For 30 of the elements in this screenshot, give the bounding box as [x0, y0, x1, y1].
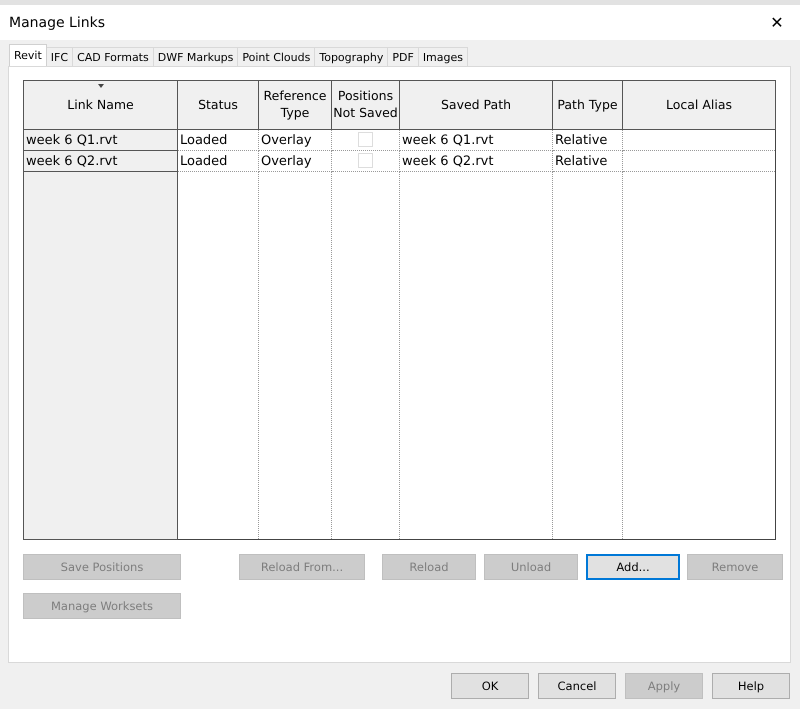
button[interactable]: Cancel — [538, 673, 616, 699]
table-cell: Relative — [552, 130, 622, 150]
button[interactable]: OK — [451, 673, 529, 699]
table-cell: week 6 Q2.rvt — [400, 150, 552, 172]
table-cell: Relative — [552, 150, 622, 172]
button[interactable]: Help — [712, 673, 790, 699]
tab[interactable]: DWF Markups — [152, 47, 238, 66]
tab[interactable]: Revit — [9, 44, 47, 66]
column-header[interactable]: Saved Path — [400, 80, 552, 130]
column-header[interactable]: Positions Not Saved — [332, 80, 400, 130]
tab[interactable]: Images — [418, 47, 468, 66]
window-title: Manage Links — [9, 14, 106, 30]
table-cell: Overlay — [258, 130, 332, 150]
sort-arrow-icon — [98, 84, 104, 88]
table-cell: Loaded — [178, 150, 258, 172]
table-cell[interactable]: week 6 Q1.rvt — [24, 130, 178, 150]
table-cell: Overlay — [258, 150, 332, 172]
column-header[interactable]: Path Type — [552, 80, 622, 130]
column-header[interactable]: Status — [178, 80, 258, 130]
tab[interactable]: Topography — [314, 47, 388, 66]
table-cell: week 6 Q1.rvt — [400, 130, 552, 150]
button[interactable]: Add... — [586, 554, 680, 580]
close-button[interactable]: ✕ — [754, 5, 800, 40]
table-cell: Loaded — [178, 130, 258, 150]
column-header[interactable]: Reference Type — [258, 80, 332, 130]
checkbox[interactable] — [358, 153, 373, 168]
checkbox[interactable] — [358, 132, 373, 148]
column-header[interactable]: Link Name — [24, 80, 178, 130]
table-cell[interactable]: week 6 Q2.rvt — [24, 150, 178, 172]
column-header[interactable]: Local Alias — [622, 80, 776, 130]
